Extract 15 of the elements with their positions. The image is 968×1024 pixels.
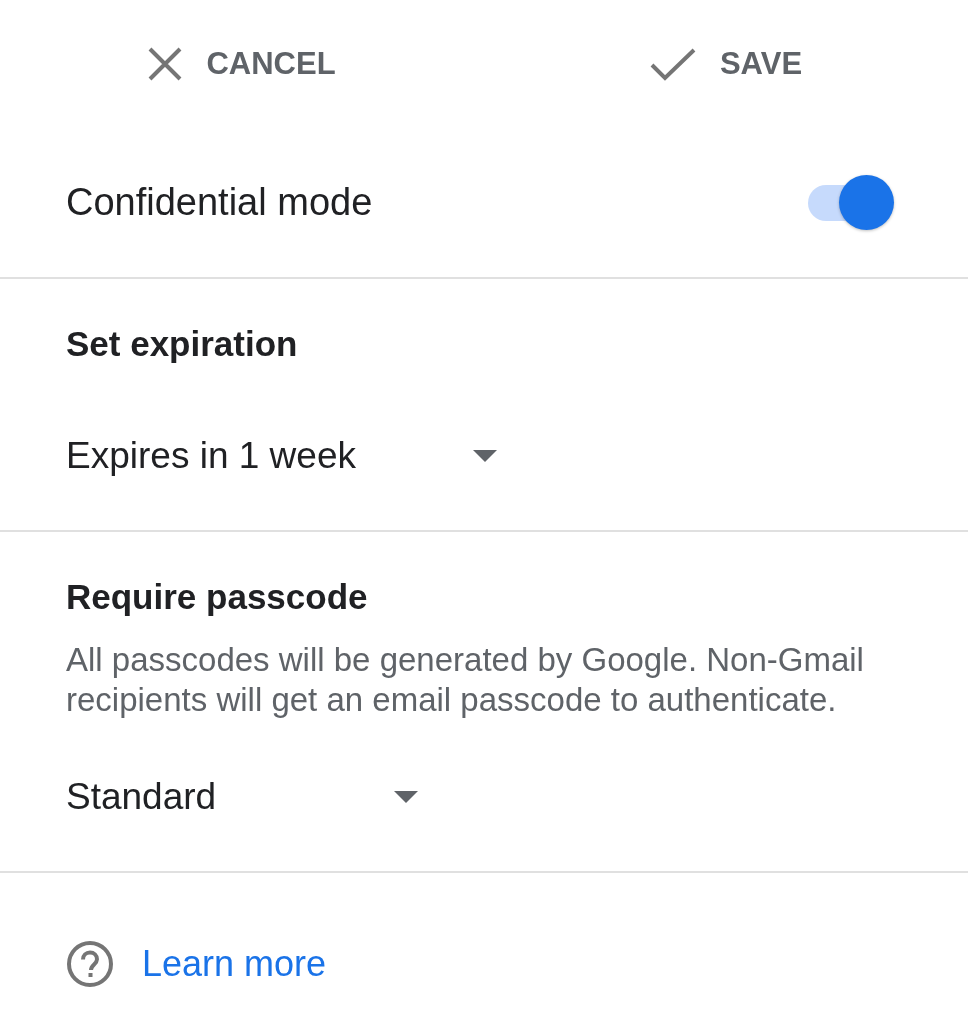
- expiration-dropdown[interactable]: Expires in 1 week: [66, 426, 497, 486]
- cancel-button[interactable]: CANCEL: [140, 40, 344, 88]
- section-heading: Require passcode: [66, 576, 368, 618]
- checkmark-icon: [649, 47, 696, 81]
- save-button[interactable]: SAVE: [641, 40, 811, 88]
- confidential-mode-toggle[interactable]: [808, 175, 894, 230]
- dropdown-arrow-icon: [472, 450, 497, 462]
- learn-more-link[interactable]: Learn more: [142, 943, 327, 985]
- section-heading: Set expiration: [66, 323, 298, 365]
- close-icon: [148, 47, 183, 81]
- help-icon: [67, 941, 113, 987]
- setting-label: Confidential mode: [66, 181, 373, 224]
- dropdown-arrow-icon: [394, 791, 419, 803]
- passcode-dropdown[interactable]: Standard: [66, 767, 419, 827]
- description-text: All passcodes will be generated by Google. Non-Gmail recipients will get an email passcode to authenticate.: [66, 640, 865, 720]
